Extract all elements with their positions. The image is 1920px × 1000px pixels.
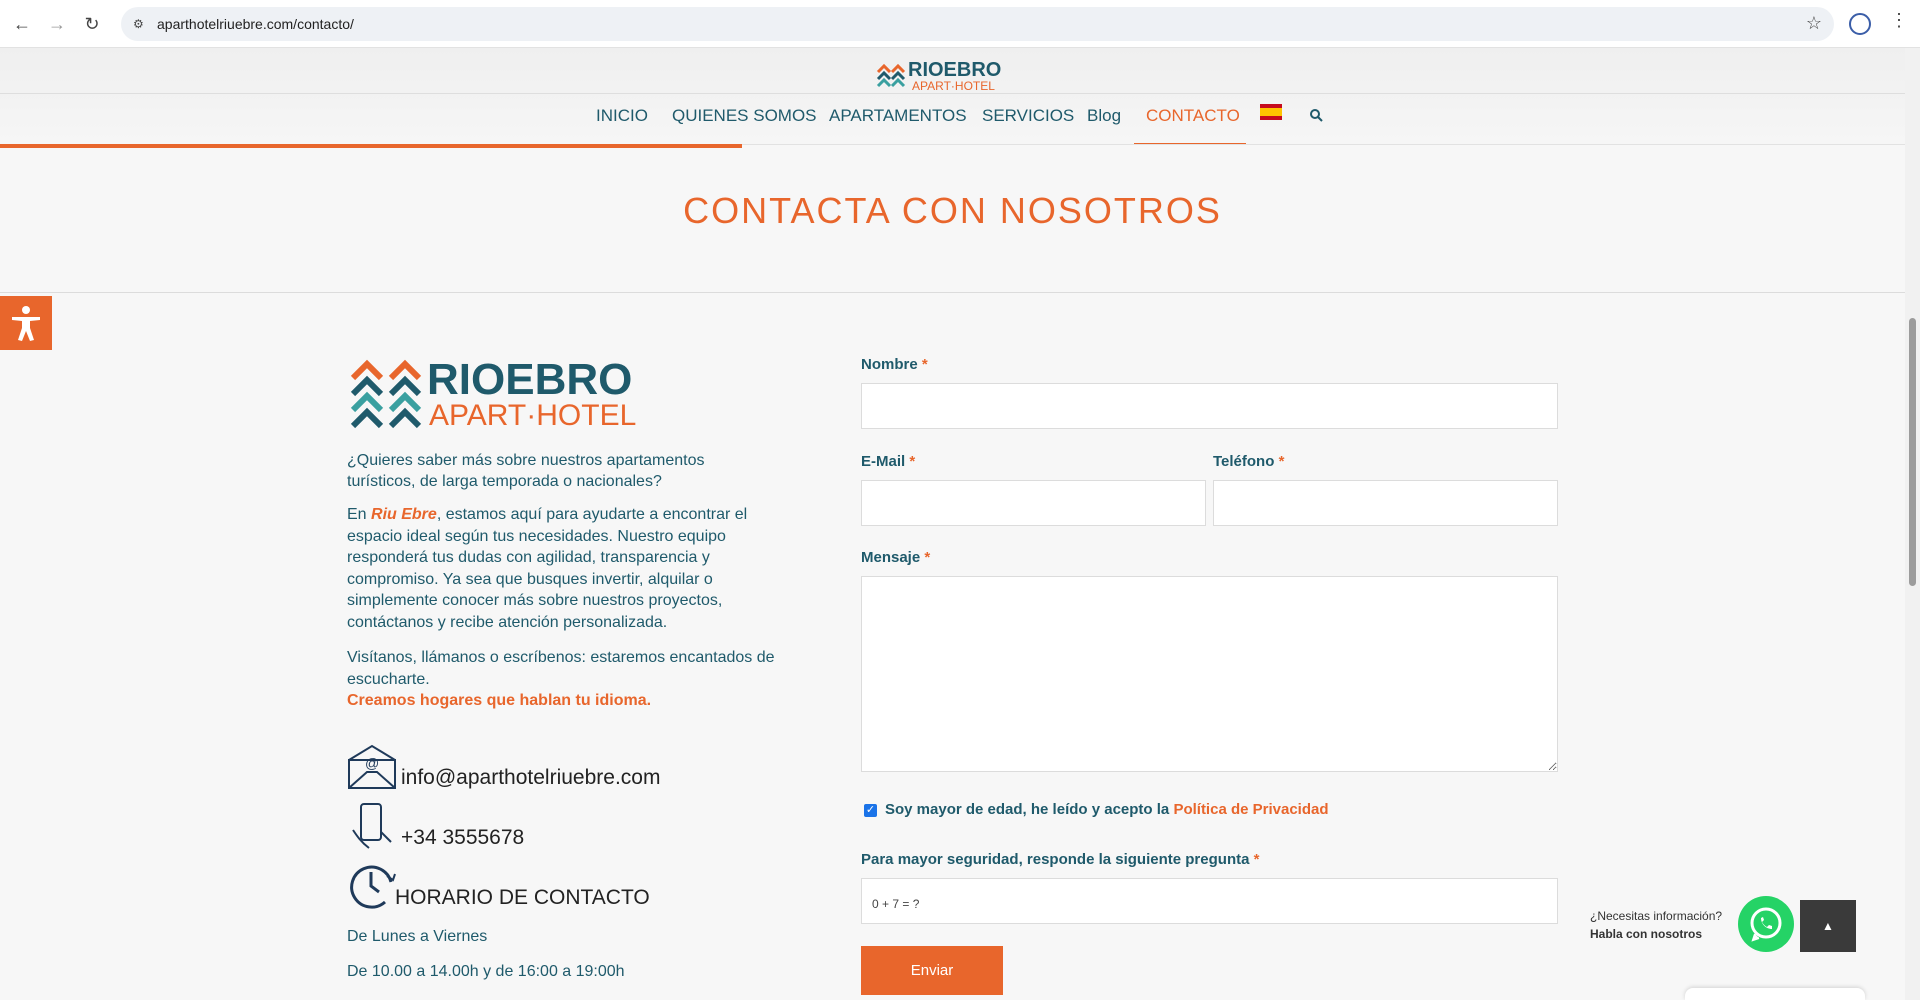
telefono-label: Teléfono * [1213, 453, 1284, 470]
email-label-text: E-Mail [861, 453, 906, 470]
submit-button[interactable]: Enviar [861, 946, 1003, 995]
email-link[interactable]: info@aparthotelriuebre.com [401, 766, 660, 790]
spanish-flag-icon[interactable] [1260, 104, 1282, 120]
logo-text: RIOEBRO [427, 355, 632, 404]
slogan: Creamos hogares que hablan tu idioma. [347, 692, 652, 709]
phone-number[interactable]: +34 3555678 [401, 826, 524, 850]
consent-text: Soy mayor de edad, he leído y acepto la … [885, 801, 1329, 818]
brand-name: Riu Ebre [371, 506, 437, 523]
mensaje-label-text: Mensaje [861, 549, 921, 566]
whatsapp-icon [1750, 907, 1782, 942]
search-icon[interactable] [1309, 108, 1323, 122]
mensaje-textarea[interactable] [861, 576, 1558, 772]
page-title: CONTACTA CON NOSOTROS [683, 190, 1222, 231]
url-text[interactable]: aparthotelriuebre.com/contacto/ [157, 16, 354, 32]
back-arrow-icon[interactable]: ← [10, 12, 34, 36]
riuebre-logo: RIOEBRO APART·HOTEL [350, 355, 636, 430]
scroll-progress-bar [0, 144, 742, 148]
phone-icon [352, 803, 392, 849]
profile-icon[interactable] [1849, 13, 1871, 35]
captcha-input[interactable]: 0 + 7 = ? [861, 878, 1558, 924]
whatsapp-prompt[interactable]: ¿Necesitas información? Habla con nosotr… [1590, 907, 1722, 943]
telefono-input[interactable] [1213, 480, 1558, 526]
nav-item-contacto[interactable]: CONTACTO [1146, 106, 1240, 126]
reload-icon[interactable]: ↻ [80, 12, 104, 36]
header-divider [0, 93, 1905, 94]
nombre-input[interactable] [861, 383, 1558, 429]
security-label-text: Para mayor seguridad, responde la siguie… [861, 851, 1250, 868]
visit-paragraph: Visítanos, llámanos o escríbenos: estare… [347, 647, 777, 712]
whatsapp-button[interactable] [1738, 896, 1794, 952]
telefono-label-text: Teléfono [1213, 453, 1275, 470]
required-mark: * [921, 356, 928, 373]
chat-widget-tab[interactable] [1685, 988, 1865, 1000]
more-menu-icon[interactable]: ⋮ [1890, 10, 1908, 31]
nav-item-quienes-somos[interactable]: QUIENES SOMOS [672, 106, 817, 126]
chevron-up-icon: ▲ [1822, 919, 1834, 933]
forward-arrow-icon[interactable]: → [45, 12, 69, 36]
about-paragraph: En Riu Ebre, estamos aquí para ayudarte … [347, 504, 767, 633]
bookmark-star-icon[interactable]: ☆ [1806, 13, 1822, 34]
main-nav: INICIO QUIENES SOMOS APARTAMENTOS SERVIC… [0, 106, 1905, 138]
header-logo[interactable]: RIOEBRO APART·HOTEL [876, 54, 1026, 94]
security-label: Para mayor seguridad, responde la siguie… [861, 851, 1259, 868]
email-label: E-Mail * [861, 453, 915, 470]
hours-row: HORARIO DE CONTACTO [347, 862, 777, 912]
header-logo-text: RIOEBRO [908, 59, 1001, 81]
browser-toolbar: ← → ↻ ⚙ aparthotelriuebre.com/contacto/ … [0, 0, 1920, 48]
nombre-label: Nombre * [861, 356, 928, 373]
hours-title: HORARIO DE CONTACTO [395, 886, 650, 909]
scrollbar-thumb[interactable] [1909, 318, 1916, 586]
header-logo-subtext: APART·HOTEL [912, 79, 995, 93]
hours-days: De Lunes a Viernes [347, 928, 488, 945]
visit-text: Visítanos, llámanos o escríbenos: estare… [347, 649, 775, 688]
nombre-label-text: Nombre [861, 356, 918, 373]
required-mark: * [924, 549, 931, 566]
required-mark: * [1278, 453, 1285, 470]
about-prefix: En [347, 506, 372, 523]
title-divider [0, 292, 1905, 293]
whatsapp-line-2: Habla con nosotros [1590, 927, 1703, 941]
accessibility-button[interactable] [0, 296, 52, 350]
whatsapp-line-1: ¿Necesitas información? [1590, 909, 1723, 923]
email-input[interactable] [861, 480, 1206, 526]
about-body: , estamos aquí para ayudarte a encontrar… [347, 506, 748, 631]
address-bar[interactable]: ⚙ aparthotelriuebre.com/contacto/ ☆ [121, 7, 1834, 41]
privacy-policy-link[interactable]: Política de Privacidad [1173, 801, 1328, 818]
page-scrollbar[interactable] [1905, 48, 1920, 1000]
clock-icon [350, 865, 396, 909]
nav-item-inicio[interactable]: INICIO [596, 106, 648, 126]
consent-label: Soy mayor de edad, he leído y acepto la [885, 801, 1174, 818]
nav-item-blog[interactable]: Blog [1087, 106, 1121, 126]
intro-text: ¿Quieres saber más sobre nuestros aparta… [347, 452, 705, 490]
mensaje-label: Mensaje * [861, 549, 930, 566]
site-header: RIOEBRO APART·HOTEL INICIO QUIENES SOMOS… [0, 48, 1905, 145]
phone-row: +34 3555678 [347, 802, 777, 852]
svg-text:@: @ [365, 755, 379, 771]
site-info-icon[interactable]: ⚙ [133, 16, 149, 32]
nav-item-apartamentos[interactable]: APARTAMENTOS [829, 106, 967, 126]
consent-checkbox[interactable]: ✓ [864, 804, 877, 817]
envelope-icon: @ [348, 744, 396, 789]
hours-times: De 10.00 a 14.00h y de 16:00 a 19:00h [347, 963, 625, 980]
captcha-question: 0 + 7 = ? [872, 897, 920, 911]
required-mark: * [1253, 851, 1260, 868]
required-mark: * [909, 453, 916, 470]
nav-item-servicios[interactable]: SERVICIOS [982, 106, 1074, 126]
accessibility-icon [12, 306, 40, 341]
email-row: @ info@aparthotelriuebre.com [347, 742, 777, 792]
logo-subtext: APART·HOTEL [429, 399, 636, 430]
scroll-to-top-button[interactable]: ▲ [1800, 900, 1856, 952]
